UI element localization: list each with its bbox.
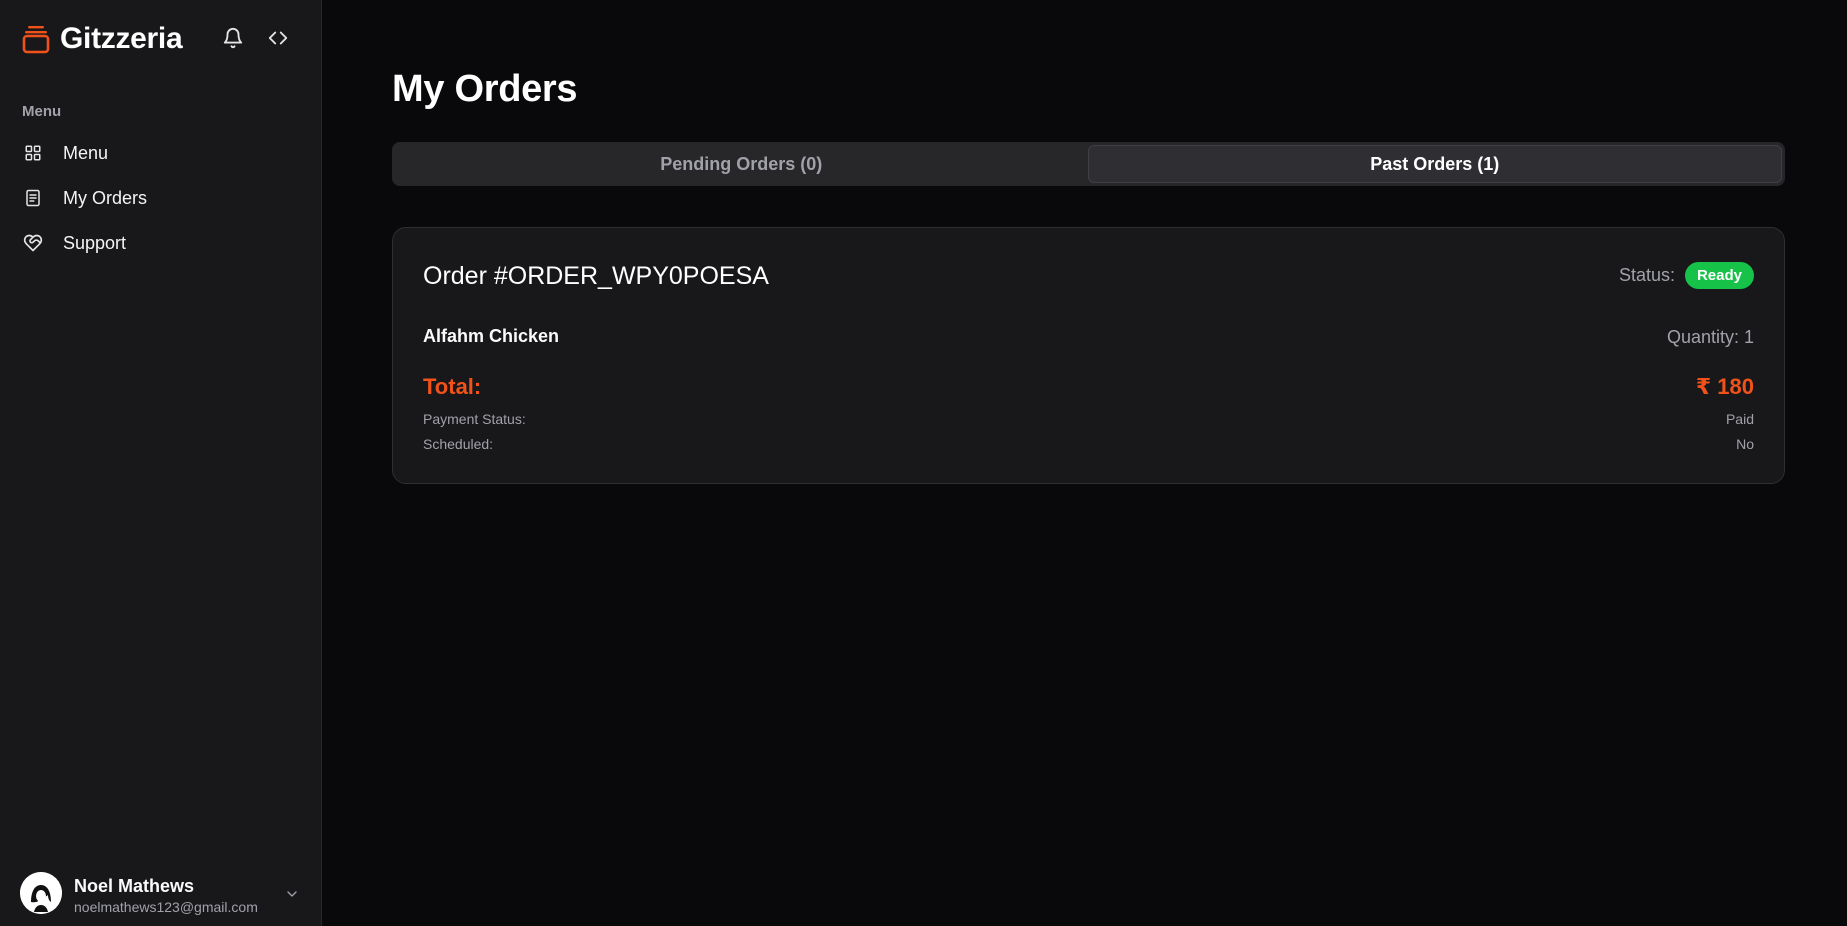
grid-icon [23,143,43,163]
heart-handshake-icon [23,233,43,253]
avatar [20,872,62,914]
code-icon[interactable] [264,24,292,52]
status-label: Status: [1618,265,1675,285]
payment-status-value: Paid [1725,411,1754,427]
total-value: ₹ 180 [1695,374,1754,399]
user-profile[interactable]: Noel Mathews noelmathews123@gmail.com [20,872,258,917]
sidebar-item-label: Support [63,232,127,253]
tab-past-orders[interactable]: Past Orders (1) [1087,145,1782,183]
sidebar-item-menu[interactable]: Menu [14,133,304,173]
scheduled-value: No [1736,436,1754,452]
user-name: Noel Mathews [74,876,195,896]
order-item-quantity: Quantity: 1 [1666,327,1754,347]
order-card: Order #ORDER_WPY0POESA Status: Ready Alf… [392,227,1785,484]
menu-heading: Menu [22,103,62,120]
chevron-down-icon[interactable] [282,884,302,904]
scheduled-label: Scheduled: [423,436,494,452]
app-root: Gitzzeria Menu Menu My Orders Support No… [0,0,1847,926]
sidebar-item-support[interactable]: Support [14,223,304,263]
receipt-icon [23,188,43,208]
brand-name: Gitzzeria [60,22,183,55]
order-tabs: Pending Orders (0) Past Orders (1) [392,142,1785,186]
pizza-box-logo-icon [22,26,50,54]
sidebar-item-my-orders[interactable]: My Orders [14,178,304,218]
sidebar-item-label: Menu [63,142,109,163]
order-item-name: Alfahm Chicken [423,326,560,346]
notifications-bell-icon[interactable] [219,24,247,52]
tab-pending-orders[interactable]: Pending Orders (0) [395,145,1088,183]
user-email: noelmathews123@gmail.com [74,899,258,915]
total-label: Total: [423,374,482,399]
sidebar-item-label: My Orders [63,187,148,208]
user-info: Noel Mathews noelmathews123@gmail.com [74,872,258,917]
order-id: Order #ORDER_WPY0POESA [423,262,769,290]
status-badge: Ready [1684,262,1754,289]
brand[interactable]: Gitzzeria [22,22,183,56]
order-status: Status: Ready [1619,262,1754,289]
sidebar: Gitzzeria Menu Menu My Orders Support No… [0,0,322,926]
payment-status-label: Payment Status: [423,411,526,427]
page-title: My Orders [392,68,578,110]
